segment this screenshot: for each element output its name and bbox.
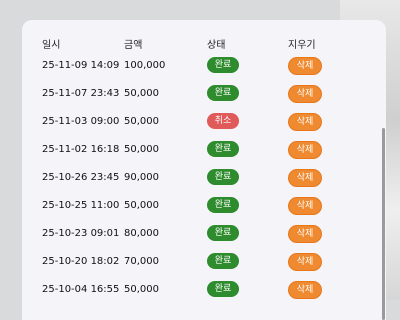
status-badge: 완료 bbox=[207, 85, 239, 101]
row-date: 25-11-03 09:00 bbox=[42, 116, 120, 127]
delete-button[interactable]: 삭제 bbox=[288, 197, 322, 215]
row-amount: 90,000 bbox=[124, 172, 159, 183]
row-amount: 50,000 bbox=[124, 200, 159, 211]
table-body: 25-11-09 14:09 100,000 완료 삭제 25-11-07 23… bbox=[22, 54, 386, 306]
row-amount: 70,000 bbox=[124, 256, 159, 267]
table-row: 25-10-04 16:55 50,000 완료 삭제 bbox=[22, 278, 386, 306]
status-badge: 완료 bbox=[207, 197, 239, 213]
row-date: 25-10-23 09:01 bbox=[42, 228, 120, 239]
table-row: 25-10-25 11:00 50,000 완료 삭제 bbox=[22, 194, 386, 222]
table-row: 25-11-02 16:18 50,000 완료 삭제 bbox=[22, 138, 386, 166]
row-date: 25-10-25 11:00 bbox=[42, 200, 120, 211]
status-badge: 완료 bbox=[207, 169, 239, 185]
header-amount: 금액 bbox=[124, 40, 143, 51]
row-amount: 50,000 bbox=[124, 116, 159, 127]
status-badge: 완료 bbox=[207, 253, 239, 269]
row-amount: 80,000 bbox=[124, 228, 159, 239]
table-row: 25-11-09 14:09 100,000 완료 삭제 bbox=[22, 54, 386, 82]
row-date: 25-10-20 18:02 bbox=[42, 256, 120, 267]
status-badge: 완료 bbox=[207, 281, 239, 297]
delete-button[interactable]: 삭제 bbox=[288, 57, 322, 75]
table-row: 25-10-26 23:45 90,000 완료 삭제 bbox=[22, 166, 386, 194]
row-amount: 50,000 bbox=[124, 144, 159, 155]
delete-button[interactable]: 삭제 bbox=[288, 225, 322, 243]
row-date: 25-11-02 16:18 bbox=[42, 144, 120, 155]
status-badge: 취소 bbox=[207, 113, 239, 129]
row-amount: 50,000 bbox=[124, 284, 159, 295]
status-badge: 완료 bbox=[207, 57, 239, 73]
delete-button[interactable]: 삭제 bbox=[288, 281, 322, 299]
row-date: 25-10-26 23:45 bbox=[42, 172, 120, 183]
header-date: 일시 bbox=[42, 40, 61, 51]
table-row: 25-11-03 09:00 50,000 취소 삭제 bbox=[22, 110, 386, 138]
table-header: 일시 금액 상태 지우기 bbox=[22, 36, 386, 52]
table-row: 25-10-20 18:02 70,000 완료 삭제 bbox=[22, 250, 386, 278]
row-amount: 50,000 bbox=[124, 88, 159, 99]
table-row: 25-11-07 23:43 50,000 완료 삭제 bbox=[22, 82, 386, 110]
delete-button[interactable]: 삭제 bbox=[288, 141, 322, 159]
delete-button[interactable]: 삭제 bbox=[288, 113, 322, 131]
delete-button[interactable]: 삭제 bbox=[288, 169, 322, 187]
scrollbar[interactable] bbox=[382, 128, 385, 320]
history-panel: 일시 금액 상태 지우기 25-11-09 14:09 100,000 완료 삭… bbox=[22, 20, 386, 320]
header-status: 상태 bbox=[207, 40, 226, 51]
table-row: 25-10-23 09:01 80,000 완료 삭제 bbox=[22, 222, 386, 250]
row-date: 25-10-04 16:55 bbox=[42, 284, 120, 295]
status-badge: 완료 bbox=[207, 141, 239, 157]
row-date: 25-11-07 23:43 bbox=[42, 88, 120, 99]
row-amount: 100,000 bbox=[124, 60, 166, 71]
status-badge: 완료 bbox=[207, 225, 239, 241]
delete-button[interactable]: 삭제 bbox=[288, 85, 322, 103]
delete-button[interactable]: 삭제 bbox=[288, 253, 322, 271]
row-date: 25-11-09 14:09 bbox=[42, 60, 120, 71]
header-delete: 지우기 bbox=[288, 40, 316, 51]
